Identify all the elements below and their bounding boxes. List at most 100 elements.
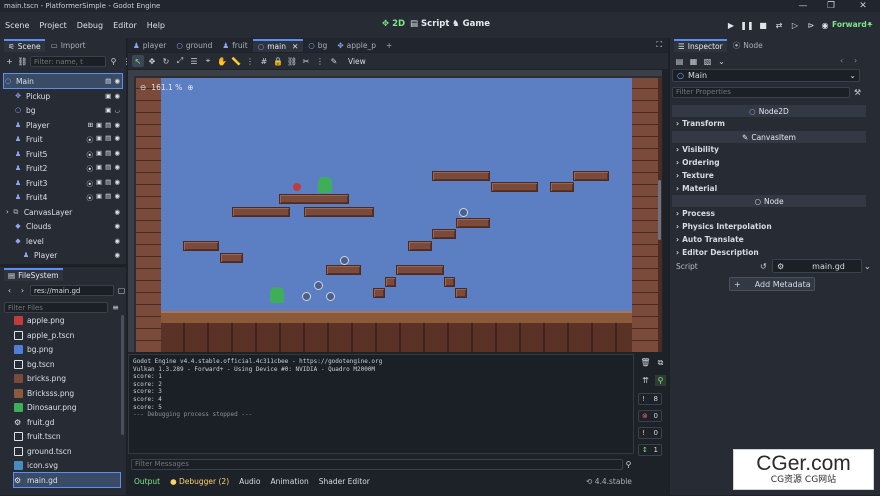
tab-apple-p[interactable]: ✥ apple_p [332,39,381,52]
back-icon[interactable]: ‹ [4,285,15,296]
workspace-script[interactable]: ▤ Script [410,19,449,29]
scene-icon[interactable]: ▣ [96,163,102,173]
viewport-scrollbar[interactable] [658,180,661,240]
group-icon[interactable]: ⛓ [286,55,298,67]
tab-filesystem[interactable]: ▤ FileSystem [4,267,63,281]
file-filter-input[interactable] [4,302,108,313]
more-icon[interactable]: ⋮ [314,55,326,67]
tab-main[interactable]: ○ main ✕ [252,38,304,52]
sort-icon[interactable]: ≡ [110,302,121,313]
add-tab-button[interactable]: + [381,39,397,52]
scene-icon[interactable]: ▣ [105,92,111,100]
zoom-level[interactable]: 161.1 % [151,83,182,92]
history-forward-icon[interactable]: › [854,56,857,65]
signal-icon[interactable]: ⦿ [87,163,94,173]
close-tab-icon[interactable]: ✕ [292,42,298,51]
new-resource-icon[interactable]: ▤ [674,56,685,67]
collapse-icon[interactable]: ⇈ [640,375,651,386]
skeleton-icon[interactable]: ✂ [300,55,312,67]
property-material[interactable]: › Material [676,184,717,193]
revert-icon[interactable]: ↺ [760,262,767,271]
close-button[interactable]: ✕ [850,0,876,12]
scene-icon[interactable]: ▣ [96,192,102,202]
add-metadata-button[interactable]: + Add Metadata [729,277,815,291]
menu-debug[interactable]: Debug [72,21,108,30]
list-item[interactable]: bg.tscn [14,357,120,371]
tree-node-pickup[interactable]: ✥ Pickup ▣ ◉ [4,89,122,103]
scale-tool-icon[interactable]: ⤢ [174,55,186,67]
property-auto-translate[interactable]: › Auto Translate [676,235,744,244]
tab-output[interactable]: Output [134,477,160,486]
filter-properties-input[interactable] [672,86,850,98]
script-icon[interactable]: ▤ [105,163,111,173]
workspace-game[interactable]: ♞ Game [452,19,490,29]
link-icon[interactable]: ⛓ [17,56,28,67]
add-node-icon[interactable]: + [4,56,15,67]
tab-ground[interactable]: ○ ground [171,39,217,52]
list-select-icon[interactable]: ☰ [188,55,200,67]
tree-node-clouds[interactable]: ◆ Clouds ◉ [4,219,122,233]
tree-node-canvaslayer[interactable]: › ⧉ CanvasLayer ◉ [4,205,122,219]
script-icon[interactable]: ▤ [105,178,111,188]
tab-debugger[interactable]: ● Debugger (2) [170,477,229,486]
list-item[interactable]: bg.png [14,342,120,356]
menu-project[interactable]: Project [34,21,71,30]
renderer-select[interactable]: Forward+ [832,20,873,29]
tools-icon[interactable]: ⚒ [852,87,863,98]
object-selector[interactable]: ○ Main ⌄ [672,69,860,82]
visibility-icon[interactable]: ◉ [114,237,120,245]
script-icon[interactable]: ▤ [105,192,111,202]
list-item[interactable]: Bricksss.png [14,386,120,400]
play-icon[interactable]: ▶ [724,19,738,31]
scene-filter-input[interactable] [30,56,106,67]
visibility-icon[interactable]: ◉ [114,251,120,259]
open-resource-icon[interactable]: ▦ [688,56,699,67]
menu-editor[interactable]: Editor [108,21,142,30]
property-texture[interactable]: › Texture [676,171,714,180]
grid-icon[interactable]: # [258,55,270,67]
script-icon[interactable]: ▤ [105,77,111,85]
warnings-filter[interactable]: ! 0 [638,427,662,439]
signal-icon[interactable]: ⦿ [87,192,94,202]
list-item[interactable]: apple_p.tscn [14,328,120,342]
tree-node-player[interactable]: ♟ Player ⊞ ▣ ▤ ◉ [4,118,122,132]
script-icon[interactable]: ▤ [105,134,111,144]
scene-icon[interactable]: ▣ [105,106,111,114]
tab-bg[interactable]: ○ bg [303,39,332,52]
lock-icon[interactable]: 🔒 [272,55,284,67]
search-icon[interactable]: ⚲ [655,375,666,386]
list-item[interactable]: ground.tscn [14,444,120,458]
filter-messages-input[interactable] [131,458,623,470]
list-item[interactable]: bricks.png [14,371,120,385]
property-transform[interactable]: › Transform [676,119,725,128]
distraction-free-icon[interactable]: ⛶ [656,40,662,50]
scene-icon[interactable]: ▣ [96,121,102,129]
visibility-icon[interactable]: ◉ [114,92,120,100]
history-back-icon[interactable]: ‹ [840,56,843,65]
resource-menu-icon[interactable]: ⌄ [716,56,727,67]
remote-debug-icon[interactable]: ⇄ [772,19,786,31]
property-process[interactable]: › Process [676,209,715,218]
visibility-icon[interactable]: ◉ [114,121,120,129]
signal-icon[interactable]: ⦿ [87,149,94,159]
visibility-icon[interactable]: ◉ [114,134,120,144]
pause-icon[interactable]: ❚❚ [740,19,754,31]
chevron-down-icon[interactable]: ⌄ [864,262,871,271]
hidden-icon[interactable]: ◡ [114,106,120,114]
visibility-icon[interactable]: ◉ [114,192,120,202]
tree-node-fruit2[interactable]: ♟ Fruit2 ⦿ ▣ ▤ ◉ [4,161,122,175]
list-item[interactable]: ⚙ main.gd [13,472,121,488]
script-icon[interactable]: ▤ [105,149,111,159]
tab-inspector[interactable]: ☰ Inspector [674,38,727,52]
tab-node[interactable]: ⦿ Node [729,39,767,52]
tree-node-bg[interactable]: ○ bg ▣ ◡ [4,103,122,117]
visibility-icon[interactable]: ◉ [114,77,120,85]
scrollbar[interactable] [121,315,124,435]
property-visibility[interactable]: › Visibility [676,145,719,154]
menu-help[interactable]: Help [142,21,170,30]
filter-icon[interactable]: ⚲ [108,56,119,67]
workspace-2d[interactable]: ✥ 2D [382,19,405,29]
list-item[interactable]: fruit.tscn [14,429,120,443]
minimize-button[interactable]: — [790,0,816,12]
rotate-tool-icon[interactable]: ↻ [160,55,172,67]
